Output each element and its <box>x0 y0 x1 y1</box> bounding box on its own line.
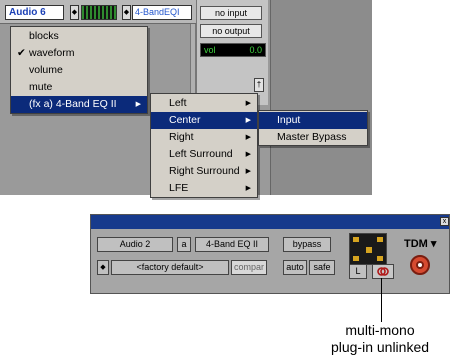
menu-item-lfe[interactable]: LFE ▶ <box>151 180 257 197</box>
submenu-arrow-icon: ▶ <box>245 168 251 175</box>
menu-item-label: blocks <box>29 30 59 42</box>
menu-item-label: volume <box>29 64 63 76</box>
link-controls-panel <box>349 233 387 265</box>
track-level-meter <box>81 5 117 20</box>
track-name-button[interactable]: Audio 6 <box>5 5 64 20</box>
track-name-arrow-icon[interactable]: ◆ <box>70 5 79 20</box>
track-selector-button[interactable]: Audio 2 <box>97 237 173 252</box>
menu-item-label: Center <box>169 114 201 126</box>
channel-selector-button[interactable]: L <box>349 264 367 279</box>
callout-line <box>381 278 382 322</box>
channel-submenu: Left ▶ Center ▶ Right ▶ Left Surround ▶ Righ… <box>150 93 258 198</box>
bypass-button[interactable]: bypass <box>283 237 331 252</box>
volume-display[interactable]: vol 0.0 <box>200 43 266 57</box>
menu-item-label: Master Bypass <box>277 131 347 143</box>
parameter-submenu: Input Master Bypass <box>258 110 368 146</box>
menu-item-label: mute <box>29 81 53 93</box>
track-option-button[interactable]: † <box>254 78 264 92</box>
menu-item-blocks[interactable]: blocks <box>11 28 147 45</box>
link-corner-icon <box>377 256 383 261</box>
link-center-icon <box>366 247 372 253</box>
compare-button[interactable]: compar <box>231 260 267 275</box>
menu-item-fx-a-4-band-eq[interactable]: (fx a) 4-Band EQ II ▶ <box>11 96 147 113</box>
menu-item-label: Left <box>169 97 187 109</box>
track-view-menu: blocks ✔ waveform volume mute (fx a) 4-Ba… <box>10 26 148 114</box>
track-playlist-area <box>270 0 372 195</box>
automation-button[interactable]: auto <box>283 260 307 275</box>
submenu-arrow-icon: ▶ <box>245 100 251 107</box>
link-corner-icon <box>377 237 383 242</box>
callout-label: multi-mono plug-in unlinked <box>300 322 450 356</box>
preset-selector[interactable]: <factory default> <box>111 260 229 275</box>
close-icon[interactable]: x <box>440 217 449 226</box>
menu-item-left[interactable]: Left ▶ <box>151 95 257 112</box>
callout-line-1: multi-mono <box>345 322 415 338</box>
plugin-logo-center <box>416 261 424 269</box>
menu-item-label: Right <box>169 131 194 143</box>
submenu-arrow-icon: ▶ <box>135 101 141 108</box>
input-selector-button[interactable]: no input <box>200 6 262 20</box>
menu-item-label: Input <box>277 114 301 126</box>
link-corner-icon <box>353 237 359 242</box>
plugin-logo-icon <box>410 255 430 275</box>
menu-item-input[interactable]: Input <box>259 112 367 129</box>
link-corner-icon <box>353 256 359 261</box>
submenu-arrow-icon: ▶ <box>245 185 251 192</box>
output-selector-button[interactable]: no output <box>200 24 262 38</box>
check-mark-icon: ✔ <box>17 47 26 59</box>
submenu-arrow-icon: ▶ <box>245 134 251 141</box>
plugin-selector-button[interactable]: 4-Band EQ II <box>195 237 269 252</box>
menu-item-label: waveform <box>29 47 75 59</box>
safe-button[interactable]: safe <box>309 260 335 275</box>
plugin-window: x Audio 2 a 4-Band EQ II bypass ◆ <facto… <box>90 214 450 294</box>
tdm-indicator[interactable]: TDM ▾ <box>404 237 436 250</box>
menu-item-label: Left Surround <box>169 148 233 160</box>
submenu-arrow-icon: ▶ <box>245 117 251 124</box>
menu-item-label: (fx a) 4-Band EQ II <box>29 98 117 110</box>
menu-item-label: Right Surround <box>169 165 240 177</box>
insert-position-button[interactable]: a <box>177 237 191 252</box>
menu-item-label: LFE <box>169 182 189 194</box>
menu-item-center[interactable]: Center ▶ <box>151 112 257 129</box>
menu-item-waveform[interactable]: ✔ waveform <box>11 45 147 62</box>
plugin-title-bar[interactable] <box>91 215 449 229</box>
unlinked-chain-icon <box>377 267 389 276</box>
preset-menu-icon[interactable]: ◆ <box>97 260 109 275</box>
callout-line-2: plug-in unlinked <box>330 339 430 355</box>
menu-item-left-surround[interactable]: Left Surround ▶ <box>151 146 257 163</box>
master-link-button[interactable] <box>372 264 394 279</box>
insert-arrow-icon[interactable]: ◆ <box>122 5 131 20</box>
insert-slot-button[interactable]: 4-BandEQI <box>132 5 192 20</box>
menu-item-volume[interactable]: volume <box>11 62 147 79</box>
menu-item-mute[interactable]: mute <box>11 79 147 96</box>
menu-item-right-surround[interactable]: Right Surround ▶ <box>151 163 257 180</box>
menu-item-right[interactable]: Right ▶ <box>151 129 257 146</box>
volume-label: vol <box>204 45 216 55</box>
submenu-arrow-icon: ▶ <box>245 151 251 158</box>
volume-value: 0.0 <box>249 45 262 55</box>
menu-item-master-bypass[interactable]: Master Bypass <box>259 129 367 146</box>
